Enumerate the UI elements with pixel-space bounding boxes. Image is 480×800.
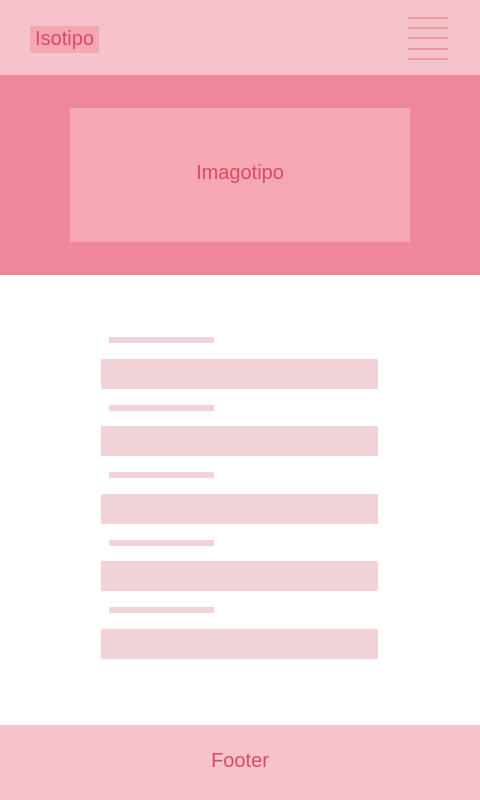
- header: Isotipo: [0, 0, 480, 75]
- menu-line: [408, 27, 448, 29]
- hamburger-menu-icon[interactable]: [408, 17, 448, 61]
- logo[interactable]: Isotipo: [30, 26, 99, 53]
- menu-line: [408, 48, 448, 50]
- form-field-2[interactable]: [101, 426, 378, 456]
- footer: Footer: [0, 725, 480, 800]
- menu-line: [408, 37, 448, 39]
- menu-line: [408, 17, 448, 19]
- field-label-placeholder: [109, 540, 214, 546]
- form-field-5[interactable]: [101, 629, 378, 659]
- form-field-3[interactable]: [101, 494, 378, 524]
- field-label-placeholder: [109, 337, 214, 343]
- field-label-placeholder: [109, 607, 214, 613]
- hero-card: Imagotipo: [70, 108, 410, 242]
- form: [0, 275, 480, 725]
- footer-text: Footer: [211, 750, 269, 772]
- field-label-placeholder: [109, 472, 214, 478]
- field-label-placeholder: [109, 405, 214, 411]
- hero-section: Imagotipo: [0, 75, 480, 275]
- menu-line: [408, 58, 448, 60]
- form-field-1[interactable]: [101, 359, 378, 389]
- form-field-4[interactable]: [101, 561, 378, 591]
- hero-title: Imagotipo: [196, 162, 284, 184]
